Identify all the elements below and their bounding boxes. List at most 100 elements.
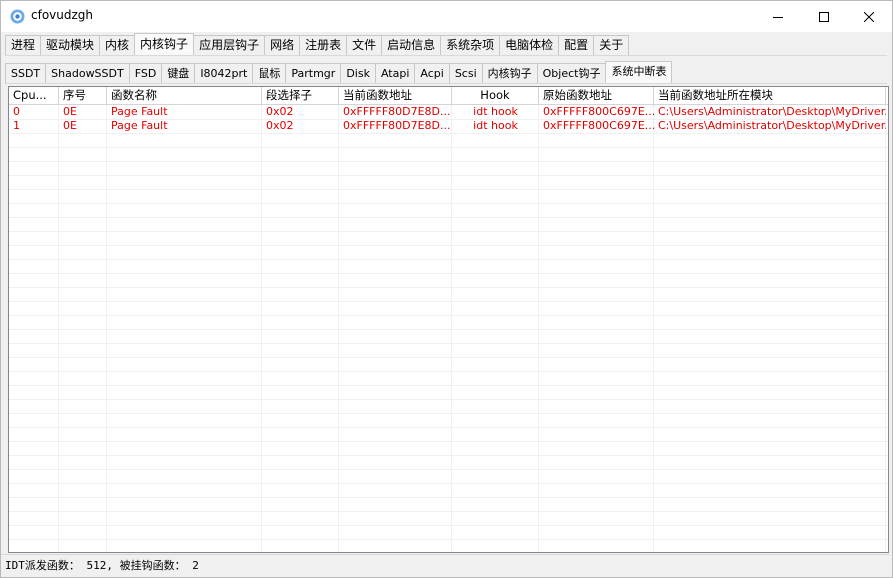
row-gridline [9, 469, 888, 470]
row-gridline [9, 483, 888, 484]
maximize-icon [819, 11, 829, 22]
table-cell: 0xFFFFF800C697E... [543, 119, 654, 132]
table-cell: 0E [63, 119, 77, 132]
column-header-0[interactable]: Cpu... [9, 87, 59, 104]
main-tab-8[interactable]: 启动信息 [381, 35, 442, 55]
row-gridline [9, 245, 888, 246]
table-cell: 0xFFFFF800C697E... [543, 105, 654, 118]
table-cell: C:\Users\Administrator\Desktop\MyDriver.… [658, 105, 886, 118]
sub-tab-2[interactable]: FSD [128, 63, 163, 83]
sub-tab-1[interactable]: ShadowSSDT [45, 63, 130, 83]
sub-tab-4[interactable]: I8042prt [194, 63, 254, 83]
table-cell: 0xFFFFF80D7E8D... [343, 119, 451, 132]
sub-tab-6[interactable]: Partmgr [285, 63, 342, 83]
main-tab-6[interactable]: 注册表 [299, 35, 348, 55]
main-tab-12[interactable]: 关于 [593, 35, 630, 55]
row-gridline [9, 497, 888, 498]
table-row[interactable]: 0 0E Page Fault 0x02 0xFFFFF80D7E8D... idt ho… [9, 105, 888, 119]
main-tab-0[interactable]: 进程 [5, 35, 42, 55]
table-cell: Page Fault [111, 105, 168, 118]
main-tab-3[interactable]: 内核钩子 [134, 33, 195, 55]
status-text: IDT派发函数： 512, 被挂钩函数： 2 [5, 559, 199, 572]
row-gridline [9, 399, 888, 400]
row-gridline [9, 217, 888, 218]
main-tab-divider [5, 55, 887, 56]
row-gridline [9, 441, 888, 442]
main-tab-bar: 进程 驱动模块 内核 内核钩子 应用层钩子 网络 注册表 文件 启动信息 系统杂项 电脑体检 配置 关于 [5, 33, 630, 55]
row-gridline [9, 329, 888, 330]
main-window: cfovudzgh 进程 驱动模块 内核 内核钩子 应用层钩子 网络 注册表 文件 启动信息 系统… [0, 0, 893, 578]
column-header-5[interactable]: Hook [452, 87, 539, 104]
main-tab-4[interactable]: 应用层钩子 [193, 35, 266, 55]
sub-tab-13[interactable]: 系统中断表 [605, 61, 673, 83]
title-bar[interactable]: cfovudzgh [1, 1, 892, 32]
row-gridline [9, 315, 888, 316]
row-gridline [9, 413, 888, 414]
table-cell: 0E [63, 105, 77, 118]
row-gridline [9, 133, 888, 134]
list-header: Cpu... 序号 函数名称 段选择子 当前函数地址 Hook 原始函数地址 当前函数地址所在… [9, 87, 888, 105]
column-header-2[interactable]: 函数名称 [107, 87, 262, 104]
main-tab-5[interactable]: 网络 [264, 35, 301, 55]
app-icon [10, 9, 25, 24]
table-cell: 0xFFFFF80D7E8D... [343, 105, 451, 118]
row-gridline [9, 371, 888, 372]
column-header-3[interactable]: 段选择子 [262, 87, 339, 104]
main-tab-9[interactable]: 系统杂项 [440, 35, 501, 55]
row-gridline [9, 161, 888, 162]
table-cell: 1 [13, 119, 20, 132]
minimize-button[interactable] [755, 1, 801, 32]
row-gridline [9, 147, 888, 148]
row-gridline [9, 301, 888, 302]
column-header-4[interactable]: 当前函数地址 [339, 87, 452, 104]
row-gridline [9, 273, 888, 274]
status-bar: IDT派发函数： 512, 被挂钩函数： 2 [1, 554, 890, 575]
table-cell: 0x02 [266, 105, 294, 118]
table-row[interactable]: 1 0E Page Fault 0x02 0xFFFFF80D7E8D... idt ho… [9, 119, 888, 133]
row-gridline [9, 455, 888, 456]
row-gridline [9, 357, 888, 358]
row-gridline [9, 287, 888, 288]
row-gridline [9, 189, 888, 190]
table-cell: idt hook [473, 119, 518, 132]
sub-tab-5[interactable]: 鼠标 [252, 63, 287, 83]
maximize-button[interactable] [801, 1, 847, 32]
sub-tab-10[interactable]: Scsi [448, 63, 483, 83]
row-gridline [9, 231, 888, 232]
table-cell: idt hook [473, 105, 518, 118]
row-gridline [9, 525, 888, 526]
table-cell: 0x02 [266, 119, 294, 132]
sub-tab-12[interactable]: Object钩子 [536, 63, 607, 83]
row-gridline [9, 511, 888, 512]
table-cell: Page Fault [111, 119, 168, 132]
row-gridline [9, 259, 888, 260]
main-tab-7[interactable]: 文件 [346, 35, 383, 55]
main-tab-1[interactable]: 驱动模块 [40, 35, 101, 55]
sub-tab-7[interactable]: Disk [340, 63, 376, 83]
close-icon [864, 11, 874, 22]
minimize-icon [773, 16, 783, 18]
table-cell: 0 [13, 105, 20, 118]
column-header-6[interactable]: 原始函数地址 [539, 87, 654, 104]
sub-tab-divider [5, 83, 887, 84]
column-header-1[interactable]: 序号 [59, 87, 107, 104]
main-tab-2[interactable]: 内核 [99, 35, 136, 55]
sub-tab-0[interactable]: SSDT [5, 63, 47, 83]
sub-tab-3[interactable]: 键盘 [161, 63, 196, 83]
sub-tab-9[interactable]: Acpi [414, 63, 450, 83]
sub-tab-11[interactable]: 内核钩子 [481, 63, 538, 83]
idt-list-view[interactable]: Cpu... 序号 函数名称 段选择子 当前函数地址 Hook 原始函数地址 当前函数地址所在… [8, 86, 889, 553]
table-cell: C:\Users\Administrator\Desktop\MyDriver.… [658, 119, 886, 132]
close-button[interactable] [846, 1, 892, 32]
column-header-7[interactable]: 当前函数地址所在模块 [654, 87, 886, 104]
row-gridline [9, 427, 888, 428]
row-gridline [9, 343, 888, 344]
row-gridline [9, 175, 888, 176]
row-gridline [9, 385, 888, 386]
main-tab-11[interactable]: 配置 [558, 35, 595, 55]
row-gridline [9, 203, 888, 204]
sub-tab-bar: SSDT ShadowSSDT FSD 键盘 I8042prt 鼠标 Partmgr Disk… [5, 61, 673, 83]
sub-tab-8[interactable]: Atapi [374, 63, 416, 83]
main-tab-10[interactable]: 电脑体检 [499, 35, 560, 55]
window-title: cfovudzgh [31, 8, 94, 22]
